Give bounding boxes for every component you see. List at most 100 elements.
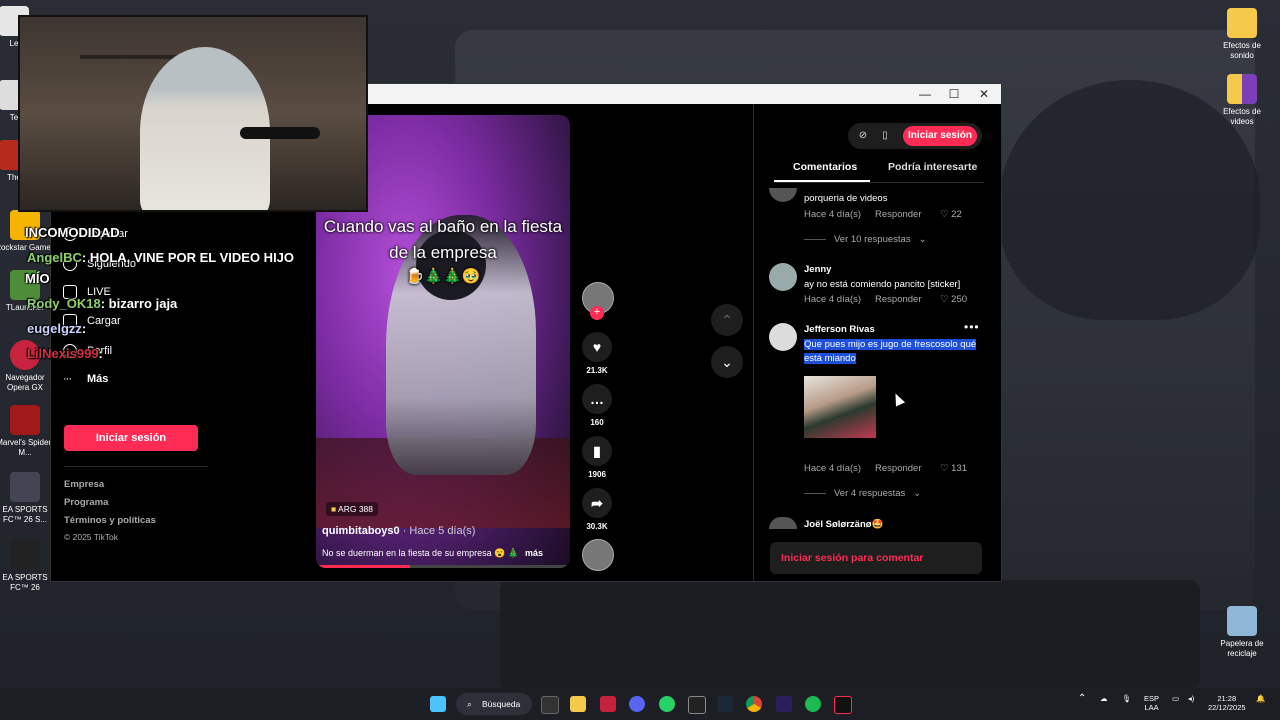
video-progress[interactable]	[316, 565, 570, 568]
whatsapp-icon[interactable]	[659, 696, 675, 712]
comment-like[interactable]: ♡ 250	[940, 294, 967, 305]
clock[interactable]: 21:28 22/12/2025	[1208, 694, 1246, 712]
sound-disc-icon[interactable]	[582, 539, 614, 571]
taskbar-search[interactable]: ⌕ Búsqueda	[456, 693, 532, 715]
maximize-button[interactable]: ☐	[944, 86, 964, 102]
reply-button[interactable]: Responder	[875, 209, 921, 220]
comment-meta: Hace 4 día(s) Responder	[804, 463, 922, 474]
more-options-icon[interactable]: •••	[964, 320, 980, 334]
chrome-icon[interactable]	[746, 696, 762, 712]
premiere-icon[interactable]	[776, 696, 792, 712]
comment-avatar[interactable]	[769, 323, 797, 351]
steam-icon[interactable]	[717, 696, 733, 712]
comment-meta: Hace 4 día(s) Responder	[804, 209, 922, 220]
comment-avatar[interactable]	[769, 263, 797, 291]
more-icon: ···	[63, 373, 72, 385]
eafc-icon	[10, 540, 40, 570]
video-author[interactable]: quimbitaboys0	[322, 525, 400, 537]
chevron-up-icon[interactable]: ⌃	[1078, 694, 1086, 704]
file-explorer-icon[interactable]	[570, 696, 586, 712]
notification-icon[interactable]: 🔔	[1256, 694, 1265, 703]
save-action[interactable]: ▮ 1906	[582, 436, 612, 479]
sidebar-divider	[64, 466, 208, 467]
view-replies[interactable]: Ver 4 respuestas ⌄	[804, 488, 921, 499]
webcam-microphone	[240, 127, 320, 139]
top-signin-button[interactable]: Iniciar sesión	[903, 126, 977, 146]
epic-games-icon[interactable]	[688, 696, 706, 714]
tab-comentarios[interactable]: Comentarios	[793, 161, 857, 173]
webcam-overlay	[18, 15, 368, 212]
chat-line: AngelBC: HOLA, VINE POR EL VIDEO HIJO	[27, 250, 295, 265]
wallpaper-floor	[500, 580, 1200, 690]
minimize-button[interactable]: —	[915, 86, 935, 102]
video-author-line: quimbitaboys0 · Hace 5 día(s)	[322, 525, 475, 537]
follow-plus-icon[interactable]: +	[590, 306, 604, 320]
search-icon: ⌕	[467, 699, 472, 709]
sidebar-login-button[interactable]: Iniciar sesión	[64, 425, 198, 451]
next-video-button[interactable]: ⌄	[711, 346, 743, 378]
comment-like[interactable]: ♡ 22	[940, 209, 962, 220]
volume-icon[interactable]: ◂)	[1188, 694, 1194, 703]
comment-action[interactable]: … 160	[582, 384, 612, 427]
footer-copyright: © 2025 TikTok	[64, 532, 118, 542]
close-button[interactable]: ✕	[974, 86, 994, 102]
comment-icon: …	[582, 384, 612, 414]
comment-avatar[interactable]	[769, 188, 797, 202]
footer-terminos[interactable]: Términos y políticas	[64, 515, 156, 526]
comment-signin-input[interactable]: Iniciar sesión para comentar	[770, 542, 982, 574]
cloud-icon[interactable]: ☁	[1100, 694, 1108, 703]
comment-like[interactable]: ♡ 131	[940, 463, 967, 474]
chevron-down-icon: ⌄	[918, 234, 927, 245]
comments-panel: ⊘ ▯ Iniciar sesión Comentarios Podría in…	[753, 104, 1002, 581]
sidebar-item-mas[interactable]: ··· Más	[63, 373, 108, 385]
comment-avatar[interactable]	[769, 517, 797, 529]
language-indicator[interactable]: ESP LAA	[1144, 694, 1159, 712]
wifi-icon[interactable]: ▭	[1172, 694, 1179, 703]
copilot-icon[interactable]	[541, 696, 559, 714]
comment-gif-image[interactable]	[804, 376, 876, 438]
comment-text: ay no está comiendo pancito [sticker]	[804, 279, 961, 290]
discord-icon[interactable]	[629, 696, 645, 712]
footer-programa[interactable]: Programa	[64, 497, 108, 508]
video-caption-line2: de la empresa	[389, 243, 497, 262]
heart-icon: ♡	[940, 209, 949, 220]
windows-start-icon[interactable]	[430, 696, 446, 712]
app-icon[interactable]	[600, 696, 616, 712]
share-action[interactable]: ➦ 30.3K	[582, 488, 612, 531]
comment-author[interactable]: Jefferson Rivas	[804, 324, 875, 335]
more-link[interactable]: más	[525, 548, 543, 558]
view-replies[interactable]: Ver 10 respuestas ⌄	[804, 234, 927, 245]
mic-icon[interactable]: 🎙	[1122, 694, 1132, 703]
chevron-up-icon: ⌃	[721, 312, 733, 328]
compass-icon[interactable]: ⊘	[856, 129, 870, 143]
chat-line: LilNexis999:	[27, 346, 103, 361]
comment-author[interactable]: Joël Sølørzänø🤩	[804, 519, 883, 530]
device-icon[interactable]: ▯	[878, 129, 892, 143]
taskbar: ⌕ Búsqueda ⌃ ☁ 🎙 ESP LAA ▭ ◂) 21:28 22/12/2…	[0, 688, 1280, 720]
video-description: No se duerman en la fiesta de su empresa…	[322, 548, 520, 558]
comment-author[interactable]: Jenny	[804, 264, 831, 275]
desktop-icon-spiderman[interactable]: Marvel's Spider-M...	[0, 405, 55, 458]
footer-empresa[interactable]: Empresa	[64, 479, 104, 490]
active-tab-indicator	[774, 180, 870, 182]
prev-video-button[interactable]: ⌃	[711, 304, 743, 336]
desktop-icon-eafc-s[interactable]: EA SPORTS FC™ 26 S...	[0, 472, 55, 525]
desktop-icon-efectos-sonido[interactable]: Efectos de sonido	[1212, 8, 1272, 61]
like-action[interactable]: ♥ 21.3K	[582, 332, 612, 375]
chevron-down-icon: ⌄	[721, 354, 733, 370]
tabs-divider	[774, 182, 984, 183]
heart-icon: ♡	[940, 463, 949, 474]
tiktok-icon[interactable]	[834, 696, 852, 714]
desktop-icon-eafc[interactable]: EA SPORTS FC™ 26	[0, 540, 55, 593]
tab-podria-interesarte[interactable]: Podría interesarte	[888, 161, 977, 173]
heart-icon: ♡	[940, 294, 949, 305]
desktop-icon-efectos-videos[interactable]: Efectos de videos	[1212, 74, 1272, 127]
video-progress-fill	[316, 565, 410, 568]
desktop-icon-papelera[interactable]: Papelera de reciclaje	[1212, 606, 1272, 659]
video-person-head	[416, 230, 486, 300]
chat-line: eugelgzz:	[27, 321, 87, 336]
spotify-icon[interactable]	[805, 696, 821, 712]
reply-button[interactable]: Responder	[875, 294, 921, 305]
reply-button[interactable]: Responder	[875, 463, 921, 474]
video-caption-line1: Cuando vas al baño en la fiesta	[323, 217, 563, 236]
